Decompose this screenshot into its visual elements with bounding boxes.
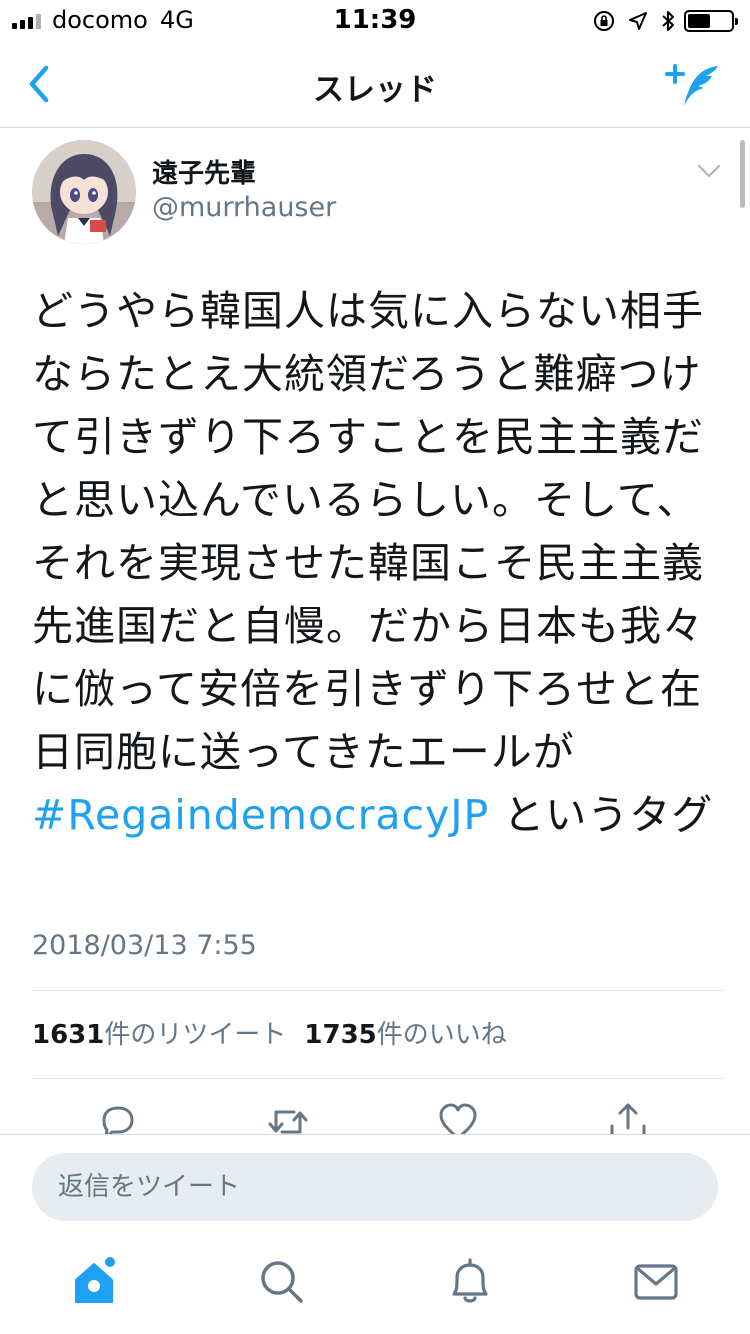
- retweet-stat[interactable]: 1631件のリツイート: [32, 1020, 286, 1050]
- orientation-lock-icon: [594, 11, 614, 31]
- chevron-down-icon[interactable]: [696, 162, 722, 180]
- home-icon[interactable]: [68, 1254, 124, 1310]
- reply-bar: 返信をツイート: [0, 1134, 750, 1236]
- divider: [32, 1078, 724, 1079]
- scrollbar: [740, 140, 745, 208]
- notifications-icon[interactable]: [442, 1254, 498, 1310]
- retweet-icon[interactable]: [266, 1100, 310, 1134]
- nav-bar: スレッド: [0, 40, 750, 128]
- retweet-label: 件のリツイート: [104, 1020, 287, 1050]
- divider: [32, 990, 724, 991]
- tweet-text-tail: というタグ: [489, 791, 714, 839]
- tweet-actions: [0, 1090, 750, 1134]
- reply-input[interactable]: 返信をツイート: [32, 1153, 718, 1221]
- status-bar: docomo 4G 11:39: [0, 0, 750, 40]
- page-title: スレッド: [313, 72, 437, 108]
- retweet-count: 1631: [32, 1020, 105, 1050]
- author-name[interactable]: 遠子先輩: [152, 153, 256, 190]
- tweet-text-main: どうやら韓国人は気に入らない相手ならたとえ大統領だろうと難癖つけて引きずり下ろす…: [32, 287, 704, 776]
- battery-icon: [684, 10, 738, 32]
- hashtag-link[interactable]: #RegaindemocracyJP: [32, 791, 489, 839]
- messages-icon[interactable]: [628, 1254, 684, 1310]
- tweet-timestamp: 2018/03/13 7:55: [32, 930, 257, 961]
- compose-tweet-icon[interactable]: [664, 60, 724, 112]
- like-icon[interactable]: [436, 1100, 480, 1134]
- author-handle[interactable]: @murrhauser: [152, 192, 336, 223]
- like-stat[interactable]: 1735件のいいね: [304, 1020, 506, 1050]
- like-count: 1735: [304, 1020, 377, 1050]
- location-icon: [629, 12, 647, 30]
- tweet-stats: 1631件のリツイート 1735件のいいね: [32, 1014, 507, 1051]
- tweet-text: どうやら韓国人は気に入らない相手ならたとえ大統領だろうと難癖つけて引きずり下ろす…: [32, 280, 722, 847]
- reply-icon[interactable]: [96, 1100, 140, 1134]
- share-icon[interactable]: [606, 1100, 650, 1134]
- tab-bar: [0, 1236, 750, 1334]
- avatar[interactable]: [32, 140, 136, 244]
- search-icon[interactable]: [254, 1254, 310, 1310]
- bluetooth-icon: [662, 11, 674, 31]
- like-label: 件のいいね: [376, 1020, 507, 1050]
